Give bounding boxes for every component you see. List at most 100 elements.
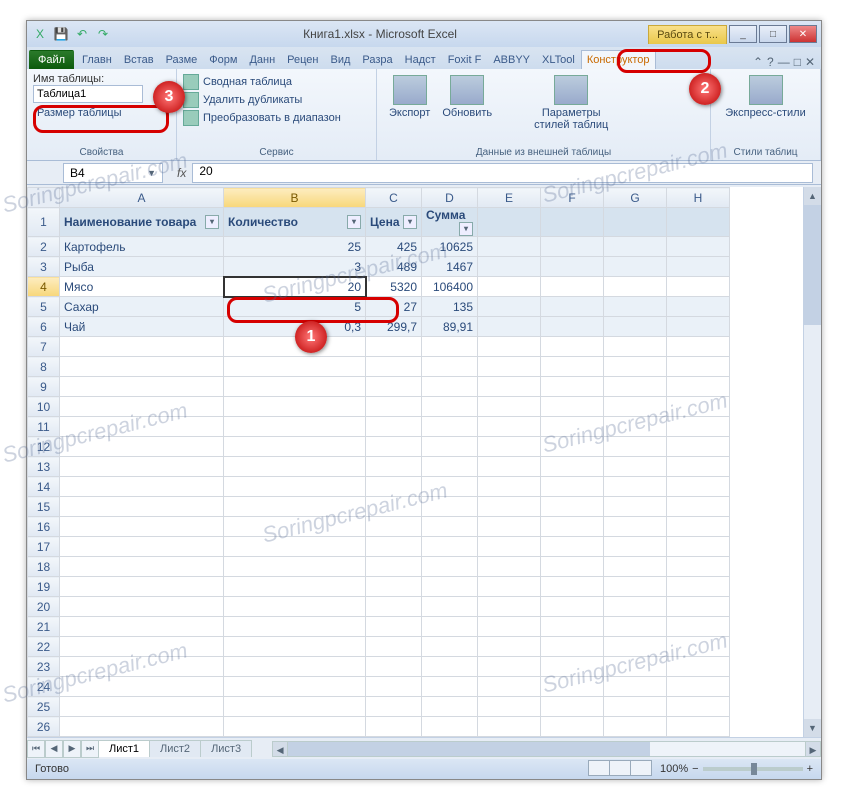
maximize-button[interactable]: □ bbox=[759, 25, 787, 43]
row-header[interactable]: 26 bbox=[28, 717, 60, 737]
scroll-thumb[interactable] bbox=[804, 205, 821, 325]
row-header[interactable]: 23 bbox=[28, 657, 60, 677]
horizontal-scrollbar[interactable]: ◀ ▶ bbox=[272, 741, 821, 757]
convert-range-button[interactable]: Преобразовать в диапазон bbox=[203, 112, 341, 124]
row-header[interactable]: 2 bbox=[28, 237, 60, 257]
cell[interactable]: Картофель bbox=[60, 237, 224, 257]
tab-home[interactable]: Главн bbox=[76, 50, 118, 69]
sheet-nav-last[interactable]: ⏭ bbox=[81, 740, 99, 758]
tab-formulas[interactable]: Форм bbox=[203, 50, 243, 69]
cell[interactable]: 425 bbox=[366, 237, 422, 257]
cell[interactable]: 135 bbox=[422, 297, 478, 317]
cell[interactable]: Чай bbox=[60, 317, 224, 337]
row-header[interactable]: 13 bbox=[28, 457, 60, 477]
row-header[interactable]: 9 bbox=[28, 377, 60, 397]
col-header-b[interactable]: B bbox=[224, 188, 366, 208]
row-header[interactable]: 10 bbox=[28, 397, 60, 417]
save-icon[interactable]: 💾 bbox=[52, 25, 70, 43]
sheet-nav-next[interactable]: ▶ bbox=[63, 740, 81, 758]
filter-icon[interactable]: ▾ bbox=[403, 215, 417, 229]
pivot-button[interactable]: Сводная таблица bbox=[203, 76, 292, 88]
row-header[interactable]: 4 bbox=[28, 277, 60, 297]
table-header-cell[interactable]: Цена▾ bbox=[366, 208, 422, 237]
tab-addins[interactable]: Надст bbox=[399, 50, 442, 69]
cell[interactable]: 106400 bbox=[422, 277, 478, 297]
cell[interactable]: 25 bbox=[224, 237, 366, 257]
row-header[interactable]: 5 bbox=[28, 297, 60, 317]
filter-icon[interactable]: ▾ bbox=[205, 215, 219, 229]
cell[interactable]: 27 bbox=[366, 297, 422, 317]
zoom-slider[interactable] bbox=[703, 767, 803, 771]
sheet-tab-1[interactable]: Лист1 bbox=[98, 740, 150, 757]
doc-max-icon[interactable]: □ bbox=[794, 55, 801, 69]
ribbon-minimize-icon[interactable]: ⌃ bbox=[753, 55, 763, 69]
col-header-c[interactable]: C bbox=[366, 188, 422, 208]
row-header[interactable]: 19 bbox=[28, 577, 60, 597]
row-header[interactable]: 25 bbox=[28, 697, 60, 717]
row-header[interactable]: 20 bbox=[28, 597, 60, 617]
dedup-button[interactable]: Удалить дубликаты bbox=[203, 94, 302, 106]
formula-input[interactable]: 20 bbox=[192, 163, 813, 183]
row-header[interactable]: 14 bbox=[28, 477, 60, 497]
row-header[interactable]: 18 bbox=[28, 557, 60, 577]
select-all-corner[interactable] bbox=[28, 188, 60, 208]
tab-view[interactable]: Вид bbox=[325, 50, 357, 69]
style-options-button[interactable]: Параметры стилей таблиц bbox=[528, 73, 614, 145]
row-header[interactable]: 12 bbox=[28, 437, 60, 457]
doc-close-icon[interactable]: ✕ bbox=[805, 55, 815, 69]
cell[interactable]: 299,7 bbox=[366, 317, 422, 337]
close-button[interactable]: ✕ bbox=[789, 25, 817, 43]
filter-icon[interactable]: ▾ bbox=[459, 222, 473, 236]
row-header[interactable]: 1 bbox=[28, 208, 60, 237]
col-header-f[interactable]: F bbox=[541, 188, 604, 208]
name-box[interactable]: B4 ▼ bbox=[63, 163, 163, 183]
row-header[interactable]: 16 bbox=[28, 517, 60, 537]
cell[interactable]: Сахар bbox=[60, 297, 224, 317]
cell[interactable]: 89,91 bbox=[422, 317, 478, 337]
row-header[interactable]: 7 bbox=[28, 337, 60, 357]
scroll-down-icon[interactable]: ▼ bbox=[804, 719, 821, 737]
col-header-h[interactable]: H bbox=[667, 188, 730, 208]
tab-abbyy[interactable]: ABBYY bbox=[487, 50, 536, 69]
row-header[interactable]: 17 bbox=[28, 537, 60, 557]
cell[interactable]: 10625 bbox=[422, 237, 478, 257]
col-header-g[interactable]: G bbox=[604, 188, 667, 208]
export-button[interactable]: Экспорт bbox=[383, 73, 436, 145]
tab-design[interactable]: Конструктор bbox=[581, 50, 656, 69]
tab-developer[interactable]: Разра bbox=[356, 50, 398, 69]
row-header[interactable]: 8 bbox=[28, 357, 60, 377]
zoom-out-button[interactable]: − bbox=[692, 763, 698, 775]
cell[interactable]: Мясо bbox=[60, 277, 224, 297]
refresh-button[interactable]: Обновить bbox=[436, 73, 498, 145]
cell[interactable]: 5320 bbox=[366, 277, 422, 297]
row-header[interactable]: 21 bbox=[28, 617, 60, 637]
cell[interactable]: 0,3 bbox=[224, 317, 366, 337]
table-header-cell[interactable]: Наименование товара▾ bbox=[60, 208, 224, 237]
tab-review[interactable]: Рецен bbox=[281, 50, 324, 69]
resize-table-button[interactable]: Размер таблицы bbox=[37, 107, 121, 119]
table-header-cell[interactable]: Сумма▾ bbox=[422, 208, 478, 237]
col-header-d[interactable]: D bbox=[422, 188, 478, 208]
cell[interactable]: Рыба bbox=[60, 257, 224, 277]
sheet-tab-2[interactable]: Лист2 bbox=[149, 740, 201, 757]
zoom-level[interactable]: 100% bbox=[660, 763, 688, 775]
vertical-scrollbar[interactable]: ▲ ▼ bbox=[803, 187, 821, 737]
sheet-nav-prev[interactable]: ◀ bbox=[45, 740, 63, 758]
tab-file[interactable]: Файл bbox=[29, 50, 74, 69]
tab-insert[interactable]: Встав bbox=[118, 50, 160, 69]
filter-icon[interactable]: ▾ bbox=[347, 215, 361, 229]
col-header-a[interactable]: A bbox=[60, 188, 224, 208]
hscroll-thumb[interactable] bbox=[288, 742, 650, 756]
sheet-nav-first[interactable]: ⏮ bbox=[27, 740, 45, 758]
cell[interactable]: 3 bbox=[224, 257, 366, 277]
quick-styles-button[interactable]: Экспресс-стили bbox=[717, 73, 814, 121]
minimize-button[interactable]: _ bbox=[729, 25, 757, 43]
name-box-dropdown-icon[interactable]: ▼ bbox=[147, 168, 156, 178]
row-header[interactable]: 6 bbox=[28, 317, 60, 337]
undo-icon[interactable]: ↶ bbox=[73, 25, 91, 43]
help-icon[interactable]: ? bbox=[767, 55, 774, 69]
fx-icon[interactable]: fx bbox=[171, 166, 192, 180]
scroll-right-icon[interactable]: ▶ bbox=[805, 741, 821, 757]
view-buttons[interactable] bbox=[589, 760, 652, 779]
zoom-in-button[interactable]: + bbox=[807, 763, 813, 775]
